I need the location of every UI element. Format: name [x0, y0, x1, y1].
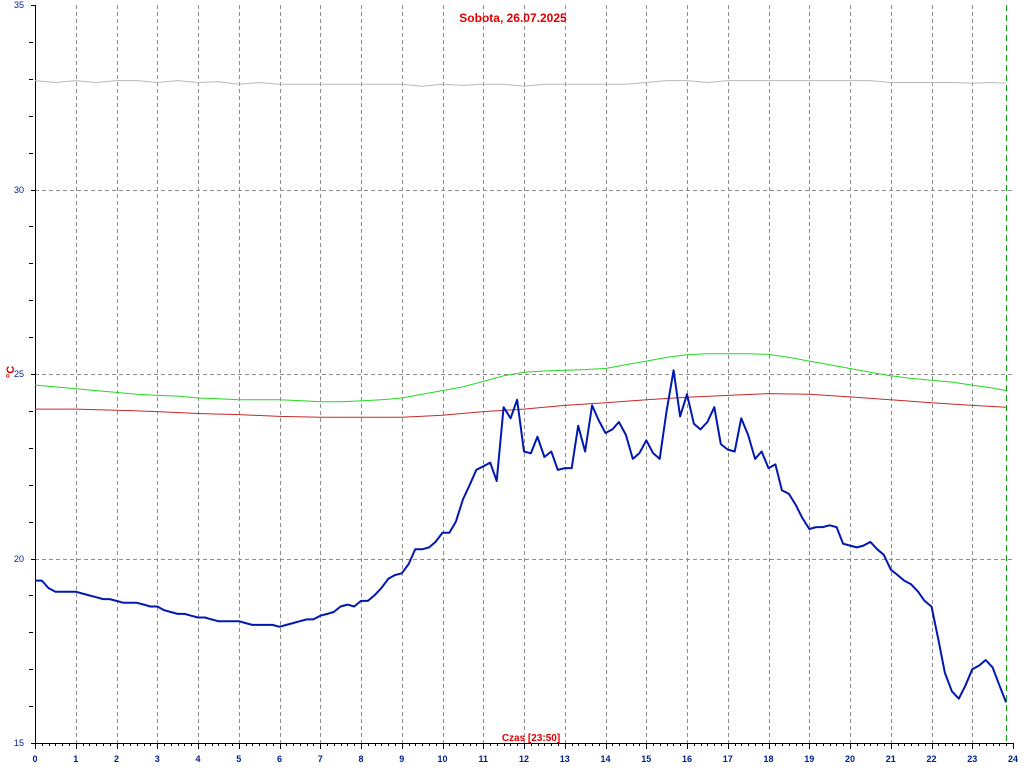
y-tick-label: 15	[14, 738, 24, 748]
x-tick-label: 9	[399, 754, 404, 764]
x-tick-label: 15	[641, 754, 651, 764]
x-tick-label: 24	[1008, 754, 1018, 764]
x-tick-label: 1	[73, 754, 78, 764]
x-tick-label: 0	[32, 754, 37, 764]
x-tick-label: 12	[519, 754, 529, 764]
x-tick-label: 23	[967, 754, 977, 764]
y-axis-label: °C	[5, 366, 17, 378]
x-tick-label: 19	[804, 754, 814, 764]
x-tick-label: 13	[560, 754, 570, 764]
x-tick-label: 3	[155, 754, 160, 764]
x-tick-label: 14	[600, 754, 610, 764]
x-tick-label: 21	[886, 754, 896, 764]
x-tick-label: 4	[195, 754, 200, 764]
chart-background	[0, 0, 1024, 768]
y-tick-label: 20	[14, 554, 24, 564]
x-tick-label: 18	[763, 754, 773, 764]
x-tick-label: 16	[682, 754, 692, 764]
x-tick-label: 8	[358, 754, 363, 764]
temperature-chart: 15202530350 1 2 3 4 5 6 7 8 9 10 11 12 13 14 15 16 17 18 19…	[0, 0, 1024, 768]
x-axis-label: Czas [23:50]	[502, 733, 560, 744]
x-tick-label: 17	[723, 754, 733, 764]
x-tick-label: 7	[318, 754, 323, 764]
y-tick-label: 30	[14, 185, 24, 195]
x-tick-label: 5	[236, 754, 241, 764]
x-tick-label: 22	[926, 754, 936, 764]
x-tick-label: 11	[478, 754, 488, 764]
x-tick-label: 20	[845, 754, 855, 764]
x-tick-label: 6	[277, 754, 282, 764]
chart-title: Sobota, 26.07.2025	[459, 11, 567, 25]
y-tick-label: 35	[14, 0, 24, 10]
x-tick-label: 2	[114, 754, 119, 764]
x-tick-label: 10	[437, 754, 447, 764]
